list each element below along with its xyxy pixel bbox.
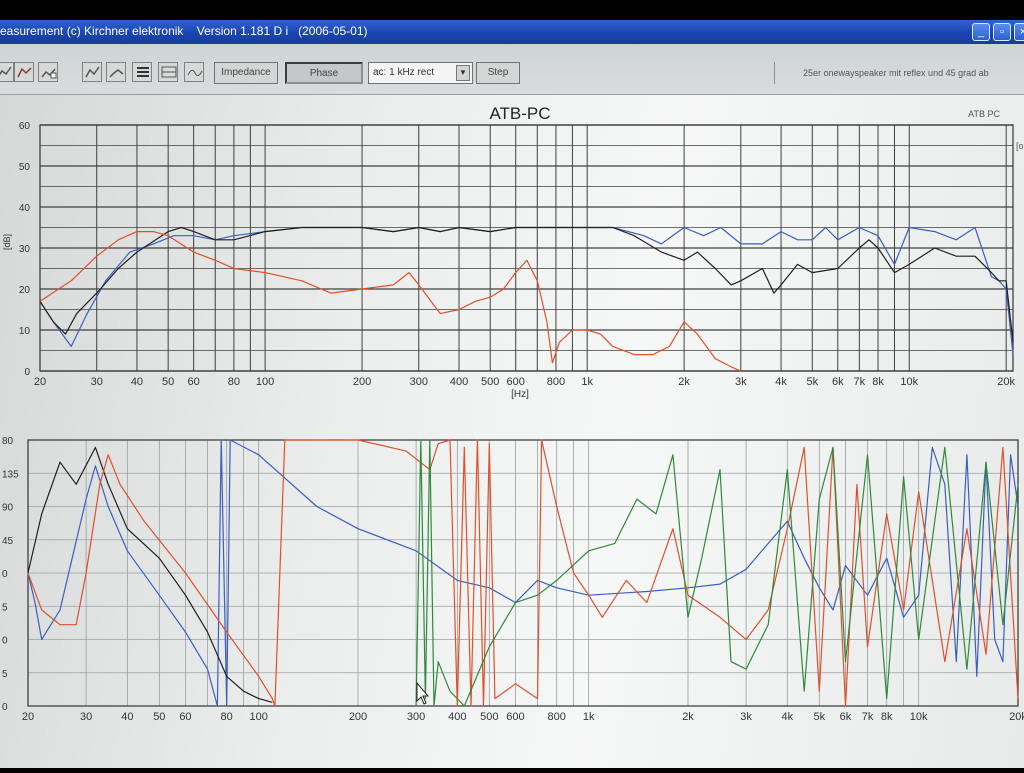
list-icon[interactable] — [132, 62, 152, 82]
y-tick-label: 20 — [19, 285, 31, 296]
y-tick-label: 40 — [19, 203, 31, 214]
x-tick-label: 100 — [249, 711, 267, 723]
chart-view-icon[interactable] — [0, 62, 14, 82]
x-tick-label: 2k — [678, 376, 690, 388]
x-tick-label: 10k — [910, 711, 928, 723]
chart-overlay-icon[interactable] — [14, 62, 34, 82]
x-tick-label: 8k — [881, 711, 893, 723]
x-tick-label: 20k — [997, 376, 1015, 388]
measurement-description: 25er onewayspeaker mit reflex und 45 gra… — [774, 62, 1024, 84]
x-tick-label: 10k — [900, 376, 918, 388]
y-tick-label: 5 — [2, 602, 8, 613]
minimize-button[interactable]: _ — [972, 23, 990, 41]
x-tick-label: 800 — [548, 711, 566, 723]
y-tick-label: 30 — [19, 244, 31, 255]
y-tick-label: 0 — [2, 569, 8, 580]
restore-button[interactable]: ▫ — [993, 23, 1011, 41]
signal-select[interactable]: ac: 1 kHz rect ▼ — [368, 62, 473, 84]
y-tick-label: 10 — [19, 326, 31, 337]
x-tick-label: 3k — [740, 711, 752, 723]
x-tick-label: 400 — [450, 376, 468, 388]
plot-area: 0 10 20 30 40 50 60 20 30 40 50 60 80 100 200 300 400 500… — [0, 95, 1024, 768]
x-tick-label: 60 — [188, 376, 200, 388]
y-tick-label: 0 — [2, 636, 8, 647]
x-tick-label: 7k — [854, 376, 866, 388]
signal-select-value: ac: 1 kHz rect — [373, 67, 435, 78]
charts-canvas: 010203040506020 30 40 50 60 80 100 200 300 400 500… — [2, 104, 1024, 723]
series-line-black — [39, 226, 1014, 343]
x-tick-label: 1k — [581, 376, 593, 388]
spectrum-icon[interactable] — [158, 62, 178, 82]
x-tick-label: 300 — [407, 711, 425, 723]
impedance-button[interactable]: Impedance — [214, 62, 278, 84]
x-tick-label: 40 — [121, 711, 133, 723]
x-tick-label: 8k — [872, 376, 884, 388]
x-tick-label: 1k — [583, 711, 595, 723]
x-tick-label: 6k — [840, 711, 852, 723]
x-tick-label: 400 — [448, 711, 466, 723]
x-tick-label: 30 — [91, 376, 103, 388]
y-tick-label: 90 — [2, 503, 14, 514]
x-tick-label: 20 — [34, 376, 46, 388]
phase-button[interactable]: Phase — [285, 62, 363, 84]
chevron-down-icon[interactable]: ▼ — [456, 65, 470, 81]
chart-corner-label: ATB PC — [968, 109, 1000, 119]
window-title: easurement (c) Kirchner elektronik Versi… — [0, 24, 368, 38]
chart-magnitude: 0 10 20 30 40 50 60 20 30 40 50 60 80 100 200 300 400 500… — [2, 104, 1024, 400]
y-tick-label: 50 — [19, 162, 31, 173]
y-tick-label: 0 — [2, 702, 8, 713]
y-tick-label: 80 — [2, 436, 14, 447]
right-axis-label: [o — [1016, 141, 1024, 151]
waveform-icon[interactable] — [184, 62, 204, 82]
x-tick-label: 60 — [179, 711, 191, 723]
x-tick-label: 4k — [775, 376, 787, 388]
x-tick-label: 500 — [481, 376, 499, 388]
x-tick-label: 3k — [735, 376, 747, 388]
chart-phase: 0505045901358020 30 40 50 60 80 100 200 300 400 50… — [2, 436, 1024, 723]
step-button[interactable]: Step — [476, 62, 520, 84]
chart-zoom-icon[interactable] — [38, 62, 58, 82]
y-tick-label: 0 — [24, 367, 30, 378]
x-tick-label: 800 — [547, 376, 565, 388]
x-tick-label: 500 — [480, 711, 498, 723]
chart-title: ATB-PC — [489, 104, 550, 123]
x-tick-label: 80 — [228, 376, 240, 388]
y-tick-label: 45 — [2, 536, 14, 547]
x-tick-label: 200 — [353, 376, 371, 388]
x-tick-label: 20k — [1009, 711, 1024, 723]
series-line-black — [27, 446, 273, 703]
x-tick-label: 5k — [806, 376, 818, 388]
x-tick-label: 30 — [80, 711, 92, 723]
y-axis-label: [dB] — [2, 234, 12, 250]
x-tick-label: 4k — [782, 711, 794, 723]
x-tick-label: 600 — [507, 376, 525, 388]
x-tick-label: 5k — [814, 711, 826, 723]
x-tick-label: 100 — [256, 376, 274, 388]
x-tick-label: 7k — [862, 711, 874, 723]
x-tick-label: 20 — [22, 711, 34, 723]
x-tick-label: 50 — [153, 711, 165, 723]
x-axis-label: [Hz] — [511, 389, 529, 400]
x-tick-label: 300 — [410, 376, 428, 388]
chart-import-icon[interactable] — [82, 62, 102, 82]
y-tick-label: 5 — [2, 669, 8, 680]
x-tick-label: 80 — [221, 711, 233, 723]
x-tick-label: 2k — [682, 711, 694, 723]
x-tick-label: 50 — [162, 376, 174, 388]
x-tick-label: 6k — [832, 376, 844, 388]
y-tick-label: 60 — [19, 121, 31, 132]
mouse-cursor-icon — [416, 681, 430, 705]
y-tick-label: 135 — [2, 469, 19, 480]
close-button[interactable]: × — [1014, 23, 1024, 41]
chart-export-icon[interactable] — [106, 62, 126, 82]
x-tick-label: 600 — [506, 711, 524, 723]
title-bar: easurement (c) Kirchner elektronik Versi… — [0, 20, 1024, 44]
x-tick-label: 200 — [349, 711, 367, 723]
series-line-red — [39, 231, 742, 372]
x-tick-label: 40 — [131, 376, 143, 388]
toolbar: Impedance Phase ac: 1 kHz rect ▼ Step 25… — [0, 44, 1024, 95]
